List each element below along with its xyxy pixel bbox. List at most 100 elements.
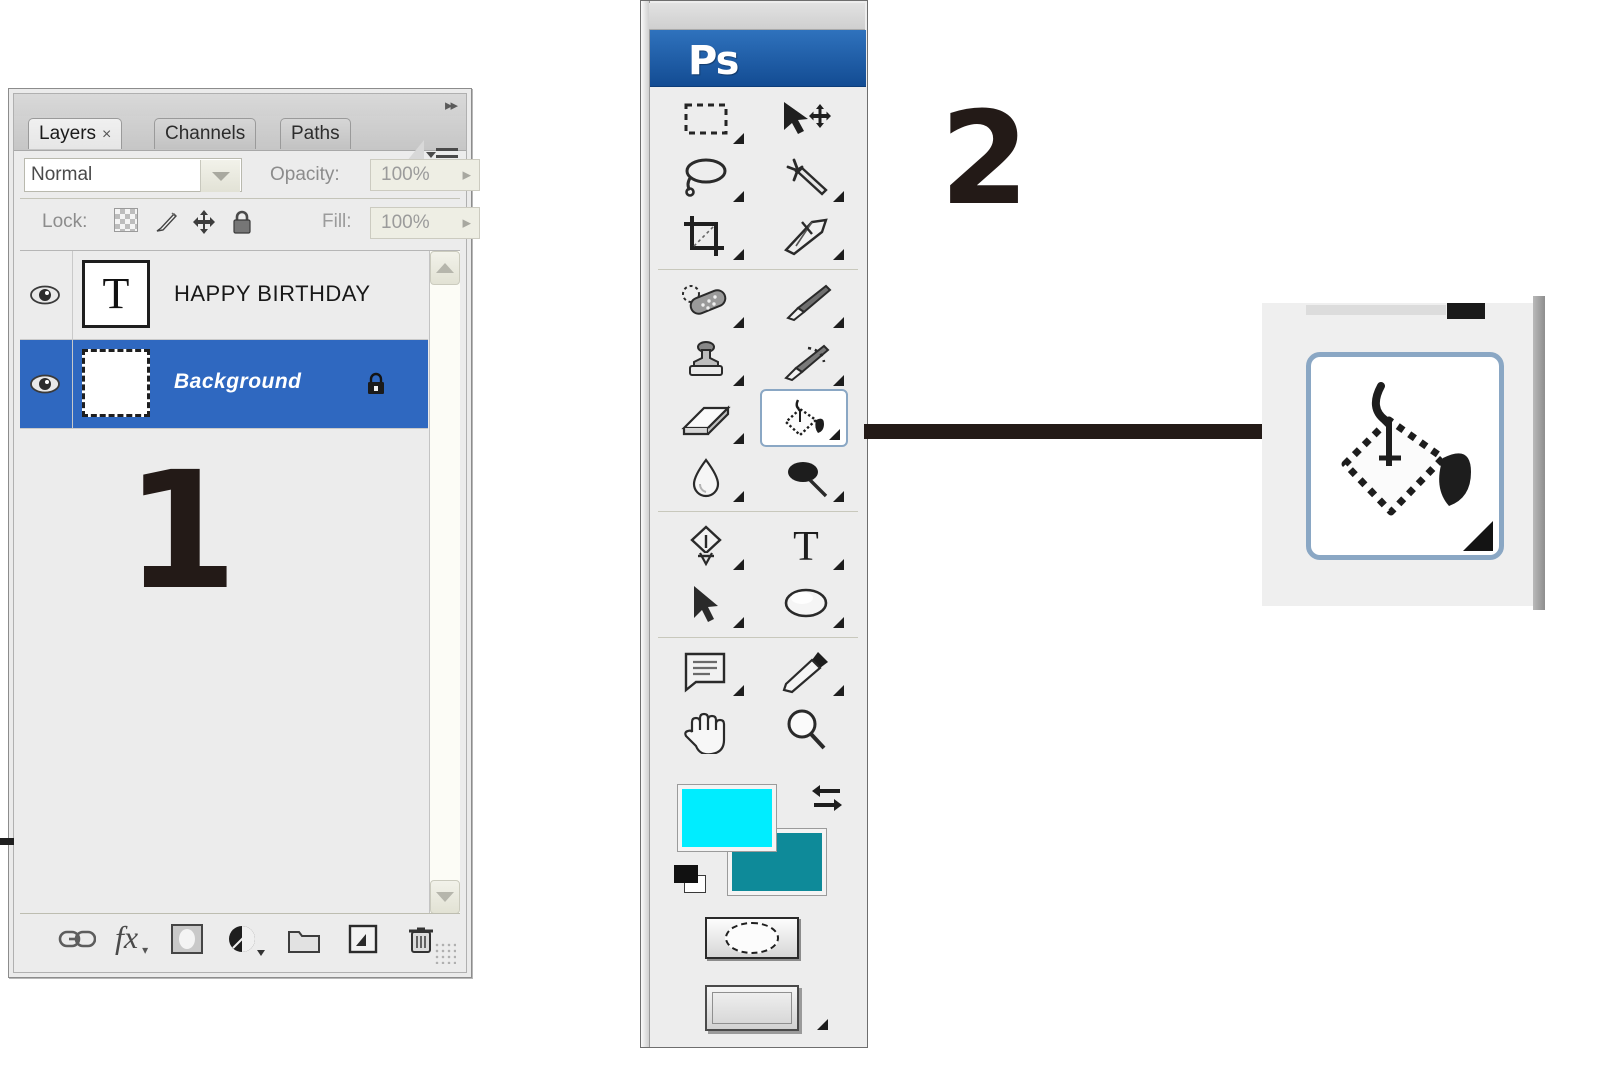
toolbox-drag-rail[interactable] bbox=[641, 1, 650, 1047]
clone-stamp-tool[interactable] bbox=[662, 333, 750, 391]
screen-mode-button[interactable] bbox=[705, 985, 799, 1031]
spot-healing-brush-tool[interactable] bbox=[662, 275, 750, 333]
flyout-triangle-icon[interactable] bbox=[833, 617, 844, 628]
lock-all-icon[interactable] bbox=[228, 208, 256, 236]
zoom-tool[interactable] bbox=[762, 701, 850, 759]
blend-mode-select[interactable]: Normal bbox=[24, 158, 242, 192]
table-row[interactable]: Background bbox=[20, 340, 428, 429]
pen-tool[interactable] bbox=[662, 517, 750, 575]
eraser-icon bbox=[678, 396, 734, 444]
rectangular-marquee-tool[interactable] bbox=[662, 91, 750, 149]
flyout-triangle-icon[interactable] bbox=[733, 375, 744, 386]
table-row[interactable]: T HAPPY BIRTHDAY bbox=[20, 251, 428, 340]
paint-bucket-tool[interactable] bbox=[760, 389, 848, 447]
screen-mode-flyout-triangle-icon[interactable] bbox=[817, 1019, 828, 1030]
layer-name[interactable]: HAPPY BIRTHDAY bbox=[174, 281, 371, 307]
hand-icon bbox=[678, 706, 734, 756]
half-circle-icon[interactable] bbox=[225, 922, 267, 962]
tab-paths[interactable]: Paths bbox=[280, 118, 351, 149]
blur-tool[interactable] bbox=[662, 449, 750, 507]
ellipse-shape-tool[interactable] bbox=[762, 575, 850, 633]
flyout-triangle-icon[interactable] bbox=[733, 685, 744, 696]
flyout-triangle-icon[interactable] bbox=[833, 375, 844, 386]
chevron-down-icon[interactable] bbox=[200, 160, 240, 192]
slice-tool[interactable] bbox=[762, 207, 850, 265]
flyout-triangle-icon[interactable] bbox=[833, 191, 844, 202]
chevron-up-icon[interactable] bbox=[430, 251, 460, 285]
flyout-triangle-icon[interactable] bbox=[833, 249, 844, 260]
opacity-stepper-icon[interactable]: ▸ bbox=[462, 165, 471, 185]
tab-layers[interactable]: Layers × bbox=[28, 118, 123, 149]
dodge-tool[interactable] bbox=[762, 449, 850, 507]
chevron-down-icon[interactable] bbox=[430, 880, 460, 914]
layer-visibility-cell[interactable] bbox=[20, 251, 73, 339]
lock-position-icon[interactable] bbox=[190, 208, 218, 236]
layers-list: T HAPPY BIRTHDAY Background 1 bbox=[20, 250, 460, 914]
layer-visibility-cell[interactable] bbox=[20, 340, 73, 428]
flyout-triangle-icon[interactable] bbox=[833, 559, 844, 570]
flyout-triangle-icon[interactable] bbox=[833, 685, 844, 696]
flyout-triangle-icon[interactable] bbox=[733, 433, 744, 444]
flyout-triangle-icon[interactable] bbox=[733, 317, 744, 328]
brush-tool[interactable] bbox=[762, 275, 850, 333]
layer-name[interactable]: Background bbox=[174, 370, 302, 394]
photoshop-brand-label: Ps bbox=[688, 38, 739, 84]
paint-bucket-zoomed-tool[interactable] bbox=[1306, 352, 1504, 560]
quick-mask-mode-button[interactable] bbox=[705, 917, 799, 959]
notes-tool[interactable] bbox=[662, 643, 750, 701]
link-icon[interactable] bbox=[52, 922, 97, 962]
flyout-triangle-icon[interactable] bbox=[733, 249, 744, 260]
fill-value: 100% bbox=[381, 212, 430, 233]
flyout-triangle-icon[interactable] bbox=[733, 133, 744, 144]
history-brush-tool[interactable] bbox=[762, 333, 850, 391]
path-selection-tool[interactable] bbox=[662, 575, 750, 633]
blend-mode-value: Normal bbox=[31, 164, 93, 185]
eyedropper-tool[interactable] bbox=[762, 643, 850, 701]
flyout-triangle-icon[interactable] bbox=[833, 491, 844, 502]
magic-wand-tool[interactable] bbox=[762, 149, 850, 207]
eye-icon[interactable] bbox=[28, 283, 62, 307]
panel-divider-1 bbox=[20, 198, 460, 199]
opacity-input[interactable]: 100% ▸ bbox=[370, 159, 480, 191]
lock-transparency-icon[interactable] bbox=[114, 208, 142, 236]
layers-list-scrollbar[interactable] bbox=[429, 251, 460, 914]
flyout-triangle-icon[interactable] bbox=[733, 559, 744, 570]
flyout-triangle-icon[interactable] bbox=[733, 191, 744, 202]
paint-bucket-icon bbox=[776, 394, 832, 442]
layer-lock-icon bbox=[364, 371, 388, 397]
lock-image-pixels-icon[interactable] bbox=[152, 208, 180, 236]
toolbox-title-bar[interactable] bbox=[649, 3, 865, 30]
swap-colors-icon[interactable] bbox=[810, 783, 844, 813]
fx-icon[interactable]: fx ▾ bbox=[115, 919, 148, 959]
hand-tool[interactable] bbox=[662, 701, 750, 759]
layers-panel-footer: fx ▾ bbox=[20, 913, 460, 968]
lasso-icon bbox=[678, 154, 734, 202]
eye-icon[interactable] bbox=[28, 372, 62, 396]
fill-input[interactable]: 100% ▸ bbox=[370, 207, 480, 239]
flyout-triangle-icon[interactable] bbox=[829, 429, 840, 440]
foreground-color-swatch[interactable] bbox=[678, 785, 776, 851]
double-chevron-right-icon[interactable]: ▸▸ bbox=[445, 98, 458, 114]
flyout-triangle-icon[interactable] bbox=[833, 317, 844, 328]
tab-channels[interactable]: Channels bbox=[154, 118, 257, 149]
arrow-pointer-icon bbox=[678, 580, 734, 628]
eraser-tool[interactable] bbox=[662, 391, 750, 449]
lasso-tool[interactable] bbox=[662, 149, 750, 207]
screenshot-root: ▸▸ Layers × Channels Paths Normal Opacit… bbox=[0, 0, 1600, 1070]
layer-thumbnail[interactable]: T bbox=[82, 260, 150, 328]
fx-flyout-triangle-icon: ▾ bbox=[142, 943, 149, 957]
new-layer-icon[interactable] bbox=[345, 922, 381, 962]
flyout-triangle-icon[interactable] bbox=[733, 491, 744, 502]
tab-layers-close-icon[interactable]: × bbox=[102, 126, 111, 143]
type-tool[interactable]: T bbox=[762, 517, 850, 575]
flyout-triangle-icon[interactable] bbox=[1463, 521, 1493, 551]
move-tool[interactable] bbox=[762, 91, 850, 149]
mask-icon[interactable] bbox=[168, 922, 206, 962]
default-colors-icon[interactable] bbox=[674, 865, 710, 895]
flyout-triangle-icon[interactable] bbox=[733, 617, 744, 628]
layer-thumbnail[interactable] bbox=[82, 349, 150, 417]
folder-icon[interactable] bbox=[285, 922, 323, 962]
fill-stepper-icon[interactable]: ▸ bbox=[462, 213, 471, 233]
resize-grip-icon[interactable] bbox=[434, 942, 456, 964]
crop-tool[interactable] bbox=[662, 207, 750, 265]
